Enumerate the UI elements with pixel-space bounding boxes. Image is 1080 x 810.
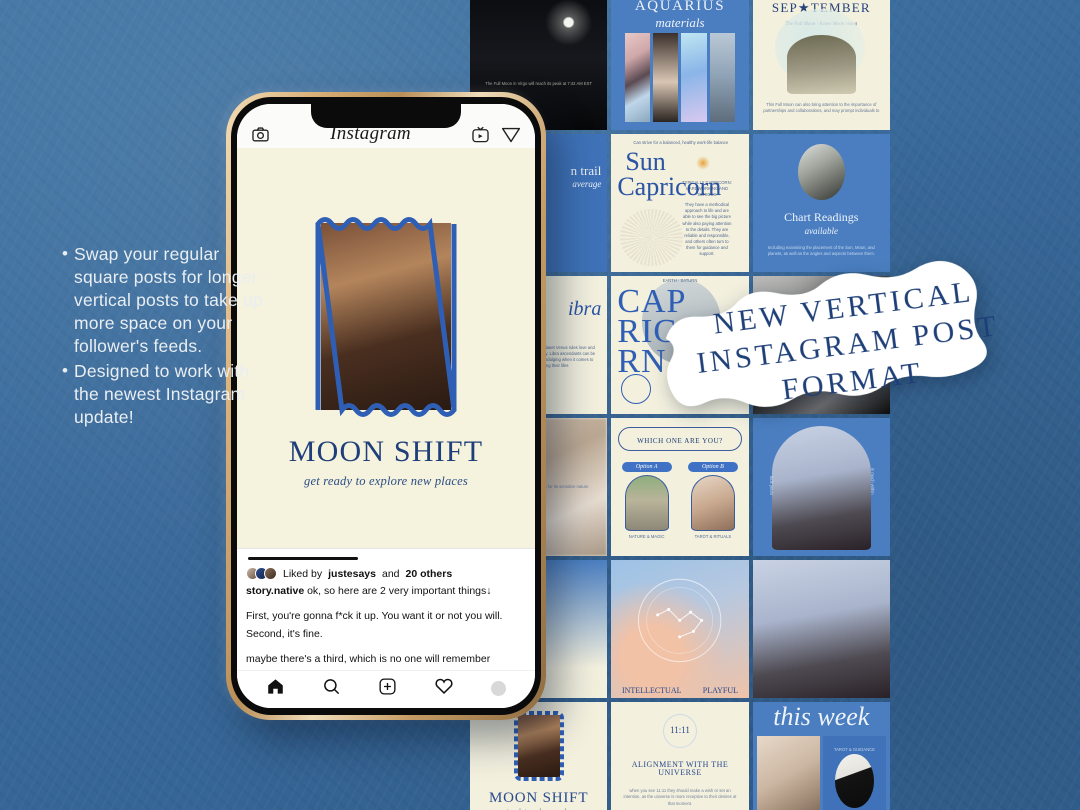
likes-prefix: Liked by <box>283 567 323 580</box>
tile-title: look yours <box>768 475 774 496</box>
caption-first-line: story.native ok, so here are 2 very impo… <box>246 584 526 598</box>
tile-body-top: Can strive for a balanced, healthy work-… <box>633 140 729 145</box>
tile-image-strips <box>625 33 735 122</box>
phone-notch <box>311 104 461 128</box>
caption-body-1: First, you're gonna f*ck it up. You want… <box>246 610 503 622</box>
post-caption-block: Liked by justesays and 20 others story.n… <box>237 548 535 670</box>
post-title: MOON SHIFT <box>288 434 484 468</box>
constellation-graphic <box>638 578 722 663</box>
tile-subtitle: materials <box>655 15 705 31</box>
marketing-copy: Swap your regular square posts for longe… <box>62 242 272 431</box>
option-b-caption: TAROT & RITUALS <box>694 534 732 539</box>
caption-text: ok, so here are 2 very important things↓ <box>307 585 492 597</box>
option-a-button[interactable]: Option A <box>621 462 672 472</box>
tile-title: 11:11 <box>670 725 690 736</box>
feed-tile-astrology-language[interactable]: astrology is not a science but it can of… <box>752 560 890 698</box>
wavy-border-icon <box>315 216 457 417</box>
tile-body: They have a methodical approach to life … <box>682 202 732 257</box>
post-subtitle: get ready to explore new places <box>304 473 468 488</box>
tile-body: when you see 11:11 they should make a wi… <box>623 788 737 806</box>
likes-count[interactable]: 20 others <box>406 568 453 580</box>
feed-tile-aquarius-materials[interactable]: AQUARIUS materials <box>611 0 749 130</box>
feed-tile-september[interactable]: SEP★TEMBER The Full Moon · A new Moon ri… <box>752 0 890 130</box>
tile-subtitle: average <box>572 179 602 190</box>
tile-subtitle: TAROT & GUIDANCE <box>833 746 875 752</box>
caption-username[interactable]: story.native <box>246 585 304 597</box>
caption-body-3: maybe there's a third, which is no one w… <box>246 653 491 665</box>
tile-title: ibra <box>567 298 602 320</box>
tile-label-right: TYPICALLY CAPRICORN: HARDWORKING AND SER… <box>682 180 732 198</box>
home-icon[interactable] <box>266 677 285 701</box>
tile-title: MOON SHIFT <box>489 790 589 806</box>
phone-bezel: Instagram MOON SHIFT get ready to explor… <box>231 97 541 715</box>
search-icon[interactable] <box>322 677 341 701</box>
heart-icon[interactable] <box>434 676 454 701</box>
feed-tile-alignment[interactable]: 11:11 ALIGNMENT WITH THE UNIVERSE when y… <box>611 702 749 810</box>
option-b-button[interactable]: Option B <box>687 462 738 472</box>
tile-title: INTELLECTUAL <box>621 685 682 695</box>
feed-tile-reach-up[interactable]: look yours in much within <box>752 418 890 556</box>
post-image-area[interactable]: MOON SHIFT get ready to explore new plac… <box>237 148 535 548</box>
copy-bullet-1: Swap your regular square posts for longe… <box>62 242 272 358</box>
copy-bullet-2: Designed to work with the newest Instagr… <box>62 359 272 429</box>
feed-tile-chart-readings[interactable]: Chart Readings available Including exami… <box>752 134 890 272</box>
option-a-caption: NATURE & MAGIC <box>628 534 665 539</box>
feed-tile-this-week[interactable]: this week TAROT & GUIDANCE THU · FRI · M… <box>752 702 890 810</box>
send-icon[interactable] <box>501 124 521 144</box>
add-post-icon[interactable] <box>378 677 397 701</box>
instagram-tabbar <box>237 670 535 708</box>
tile-body: This Full Moon can also bring attention … <box>763 102 880 114</box>
feed-tile-constellation[interactable]: INTELLECTUAL PLAYFUL <box>611 560 749 698</box>
likes-row[interactable]: Liked by justesays and 20 others <box>246 567 526 580</box>
feed-tile-sun-capricorn[interactable]: Can strive for a balanced, healthy work-… <box>611 134 749 272</box>
tile-body: The Full Moon in Virgo will reach its pe… <box>485 80 593 86</box>
liker-avatars <box>246 567 277 580</box>
post-photo-frame <box>312 214 460 419</box>
poster-canvas: VIRGO MOON The Full Moon in Virgo will r… <box>0 0 1080 810</box>
likes-middle: and <box>381 567 400 580</box>
tile-subtitle: ALIGNMENT WITH THE UNIVERSE <box>631 760 729 778</box>
tile-body: Including examining the placement of the… <box>767 245 875 257</box>
tile-title: Chart Readings <box>784 210 859 225</box>
profile-avatar[interactable] <box>491 681 507 696</box>
tile-title: AQUARIUS <box>634 0 726 14</box>
phone-screen: Instagram MOON SHIFT get ready to explor… <box>237 104 535 708</box>
tile-subtitle: available <box>804 225 839 236</box>
tile-title: this week <box>773 702 870 731</box>
tile-subtitle: in much within <box>869 467 875 495</box>
tile-title: n trail <box>570 163 602 178</box>
igtv-icon[interactable] <box>471 125 490 144</box>
tile-subtitle: PLAYFUL <box>702 685 739 695</box>
likes-user[interactable]: justesays <box>328 568 376 580</box>
carousel-progress-bar <box>248 557 358 560</box>
camera-icon[interactable] <box>251 125 270 144</box>
phone-mockup: Instagram MOON SHIFT get ready to explor… <box>226 92 546 720</box>
caption-body-2: Second, it's fine. <box>246 628 323 640</box>
